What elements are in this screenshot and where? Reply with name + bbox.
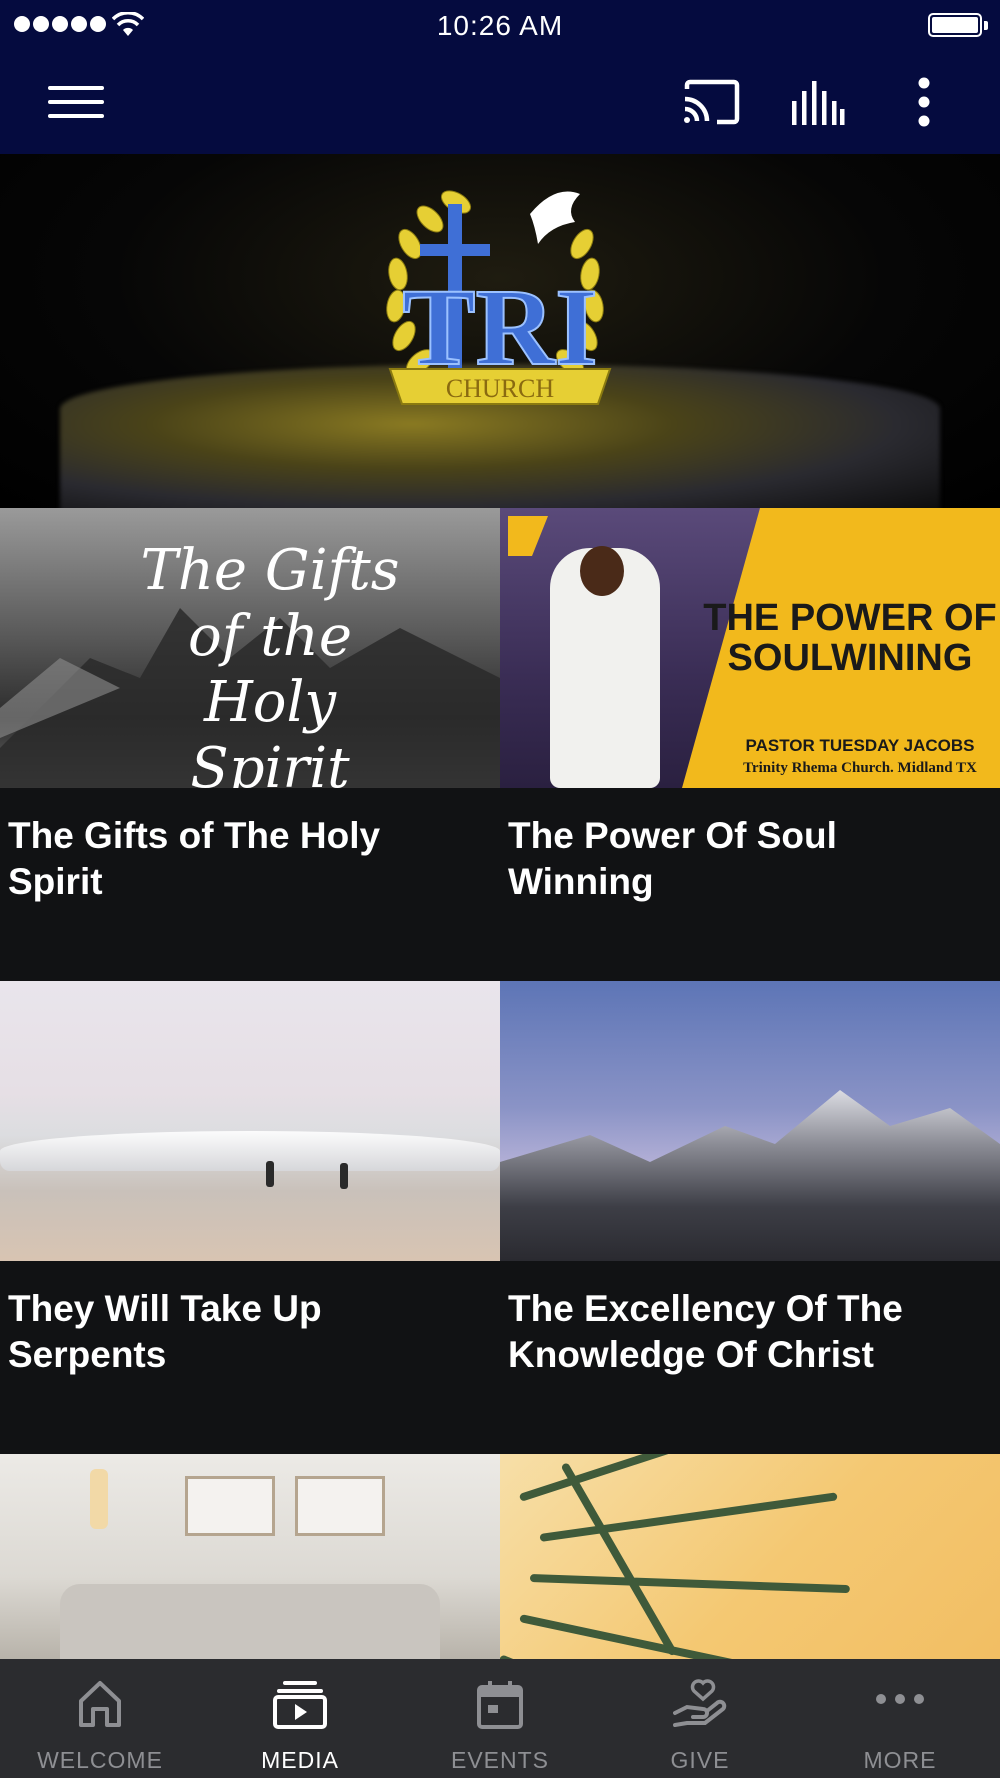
card-thumbnail: THE POWER OF SOULWINING PASTOR TUESDAY J…: [500, 508, 1000, 788]
nav-events[interactable]: EVENTS: [400, 1659, 600, 1778]
nav-welcome[interactable]: WELCOME: [0, 1659, 200, 1778]
media-card[interactable]: THE POWER OF SOULWINING PASTOR TUESDAY J…: [500, 508, 1000, 981]
hero-banner[interactable]: TRI CHURCH: [0, 154, 1000, 508]
snowy-mountain: [500, 1090, 1000, 1261]
pastor-head: [580, 546, 624, 596]
svg-text:CHURCH: CHURCH: [446, 374, 555, 403]
battery-icon: [928, 13, 982, 37]
wall-lamp: [90, 1469, 108, 1529]
status-bar: 10:26 AM: [0, 0, 1000, 50]
card-title: The Excellency Of The Knowledge Of Chris…: [508, 1288, 903, 1375]
media-card[interactable]: They Will Take Up Serpents: [0, 981, 500, 1454]
media-card[interactable]: [500, 1454, 1000, 1659]
card-thumbnail: [0, 981, 500, 1261]
calendar-icon: [477, 1681, 523, 1729]
cast-button[interactable]: [672, 50, 752, 154]
thumbnail-pastor-name: PASTOR TUESDAY JACOBS: [745, 736, 975, 755]
media-card[interactable]: [0, 1454, 500, 1659]
runner-figure: [340, 1163, 348, 1189]
nav-label: WELCOME: [37, 1747, 163, 1773]
wall-frame: [185, 1476, 275, 1536]
palm-leaf: [529, 1574, 850, 1594]
card-thumbnail: The Gifts of the Holy Spirit: [0, 508, 500, 788]
card-thumbnail: [0, 1454, 500, 1659]
nav-label: MEDIA: [261, 1747, 339, 1773]
card-title: The Gifts of The Holy Spirit: [8, 815, 381, 902]
thumbnail-script-text: The Gifts of the Holy Spirit: [140, 538, 400, 788]
media-card[interactable]: The Excellency Of The Knowledge Of Chris…: [500, 981, 1000, 1454]
runner-figure: [266, 1161, 274, 1187]
media-card[interactable]: The Gifts of the Holy Spirit The Gifts o…: [0, 508, 500, 981]
home-icon: [79, 1681, 121, 1727]
more-vertical-icon: [918, 77, 930, 127]
bottom-navigation: WELCOME MEDIA EVENTS GIVE MORE: [0, 1659, 1000, 1778]
nav-label: GIVE: [670, 1747, 730, 1773]
audio-bars-icon: [792, 81, 845, 125]
nav-media[interactable]: MEDIA: [200, 1659, 400, 1778]
card-title: They Will Take Up Serpents: [8, 1288, 322, 1375]
card-thumbnail: [500, 981, 1000, 1261]
card-title: The Power Of Soul Winning: [508, 815, 837, 902]
menu-button[interactable]: [36, 50, 116, 154]
app-toolbar: [0, 50, 1000, 154]
sofa: [60, 1584, 440, 1659]
status-time: 10:26 AM: [436, 10, 564, 41]
church-logo: TRI CHURCH: [386, 190, 612, 405]
give-hand-heart-icon: [673, 1679, 727, 1727]
thumbnail-church-name: Trinity Rhema Church. Midland TX: [743, 760, 977, 776]
audio-button[interactable]: [778, 50, 858, 154]
battery-tip: [984, 21, 988, 30]
thumbnail-title: THE POWER OF SOULWINING: [703, 597, 997, 679]
more-horizontal-icon: [876, 1694, 924, 1704]
cast-icon: [684, 79, 740, 125]
ocean-wave: [0, 1131, 500, 1171]
menu-icon: [48, 86, 104, 118]
nav-more[interactable]: MORE: [800, 1659, 1000, 1778]
card-thumbnail: [500, 1454, 1000, 1659]
nav-give[interactable]: GIVE: [600, 1659, 800, 1778]
wall-frame: [295, 1476, 385, 1536]
nav-label: MORE: [863, 1747, 937, 1773]
nav-label: EVENTS: [450, 1747, 550, 1773]
overflow-menu-button[interactable]: [884, 50, 964, 154]
media-play-icon: [273, 1681, 327, 1729]
